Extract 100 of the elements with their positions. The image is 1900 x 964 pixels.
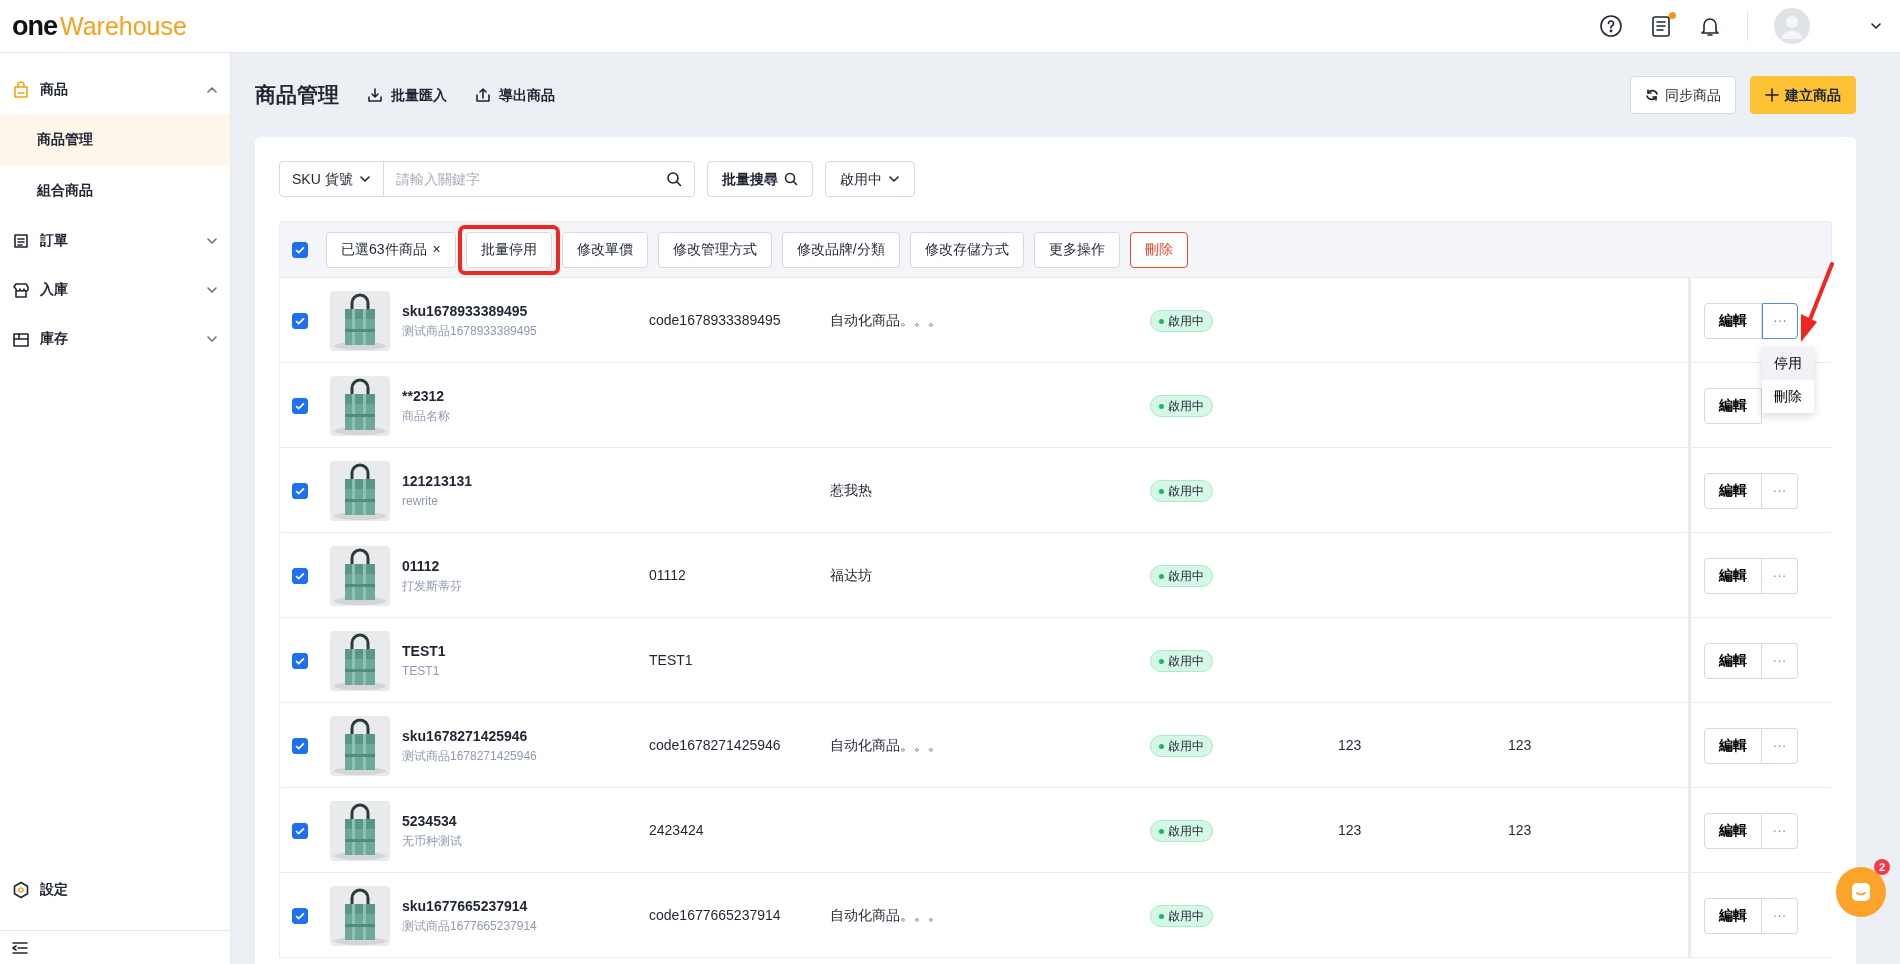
logo-text: one	[12, 9, 57, 43]
checkbox[interactable]	[292, 652, 308, 669]
caret-icon	[888, 173, 900, 185]
sidebar-item[interactable]: 入庫	[40, 279, 196, 300]
checkbox[interactable]	[292, 312, 308, 329]
edit-button[interactable]: 編輯	[1704, 642, 1762, 679]
create-button[interactable]: 建立商品	[1750, 76, 1856, 114]
table-cell: 2423424	[649, 822, 704, 838]
selection-chip[interactable]: 已選63件商品 ×	[326, 231, 456, 268]
sku-text: TEST1	[402, 642, 447, 661]
action-button[interactable]: 修改單價	[561, 231, 648, 268]
sidebar-subitem[interactable]: 組合商品	[0, 165, 230, 216]
status-badge: 啟用中	[1150, 565, 1213, 588]
table-cell: code1678271425946	[649, 737, 781, 753]
table-cell: 123	[1508, 822, 1532, 838]
sidebar-item[interactable]: 訂單	[40, 230, 196, 251]
table-cell: code1677665237914	[649, 907, 781, 923]
search-icon	[784, 172, 798, 186]
action-button[interactable]: 批量停用	[465, 231, 552, 268]
logo-text: Warehouse	[60, 10, 187, 42]
sku-text: sku1677665237914	[402, 897, 529, 916]
product-name: 无币种测试	[402, 833, 463, 850]
plus-icon	[1765, 88, 1779, 102]
edit-button[interactable]: 編輯	[1704, 812, 1762, 849]
product-name: TEST1	[402, 663, 441, 680]
action-button[interactable]: 修改品牌/分類	[781, 231, 900, 268]
status-badge: 啟用中	[1150, 395, 1213, 418]
table-cell: 自动化商品。。。	[830, 737, 942, 753]
sync-icon	[1645, 88, 1659, 102]
checkbox[interactable]	[292, 397, 308, 414]
status-badge: 啟用中	[1150, 310, 1213, 333]
hexagon-icon	[12, 880, 30, 899]
delete-button[interactable]: 刪除	[1129, 231, 1188, 268]
sidebar-item[interactable]: 商品	[40, 79, 196, 100]
help-icon[interactable]	[1599, 14, 1623, 38]
bulk-search-button[interactable]: 批量搜尋	[707, 161, 813, 197]
caret-icon[interactable]	[358, 173, 371, 185]
action-button[interactable]: 修改管理方式	[657, 231, 772, 268]
edit-button[interactable]: 編輯	[1704, 557, 1762, 594]
page-title: 商品管理	[255, 82, 339, 109]
table-cell: code1678933389495	[649, 312, 781, 328]
store-icon	[12, 280, 30, 299]
table-cell: TEST1	[649, 652, 693, 668]
search-icon[interactable]	[666, 171, 682, 187]
status-badge: 啟用中	[1150, 820, 1213, 843]
sku-text: sku1678271425946	[402, 727, 529, 746]
status-badge: 啟用中	[1150, 905, 1213, 928]
table-cell: 自动化商品。。。	[830, 907, 942, 923]
export-link[interactable]: 導出商品	[475, 84, 555, 106]
table-cell: 123	[1338, 822, 1362, 838]
table-cell: 福达坊	[830, 567, 872, 583]
edit-button[interactable]: 編輯	[1704, 727, 1762, 764]
search-field[interactable]: SKU 貨號 請輸入關鍵字	[279, 161, 695, 197]
collapse-icon[interactable]	[12, 940, 28, 955]
clear-icon[interactable]: ×	[432, 239, 441, 260]
notification-badge: 2	[1873, 859, 1890, 875]
checkbox[interactable]	[292, 737, 308, 754]
caret-icon[interactable]	[1870, 20, 1884, 32]
sidebar-item[interactable]: 庫存	[40, 328, 196, 349]
status-badge: 啟用中	[1150, 735, 1213, 758]
action-button[interactable]: 更多操作	[1033, 231, 1120, 268]
sku-text: 121213131	[402, 472, 474, 491]
edit-button[interactable]: 編輯	[1704, 472, 1762, 509]
bag-icon	[12, 80, 30, 99]
table-cell: 123	[1338, 737, 1362, 753]
edit-button[interactable]: 編輯	[1704, 302, 1762, 339]
sku-text: 01112	[402, 557, 441, 576]
import-link[interactable]: 批量匯入	[367, 84, 447, 106]
table-cell: 惹我热	[830, 482, 872, 498]
action-button[interactable]: 修改存儲方式	[909, 231, 1024, 268]
table-cell: 123	[1508, 737, 1532, 753]
product-name: 打发斯蒂芬	[402, 578, 463, 595]
sidebar-subitem[interactable]: 商品管理	[0, 114, 230, 165]
edit-button[interactable]: 編輯	[1704, 387, 1762, 424]
table-cell: 01112	[649, 567, 686, 583]
checkbox[interactable]	[292, 907, 308, 924]
menu-item[interactable]: 停用	[1762, 347, 1814, 380]
chat-icon	[1849, 880, 1873, 904]
checkbox[interactable]	[292, 567, 308, 584]
status-badge: 啟用中	[1150, 480, 1213, 503]
checkbox[interactable]	[292, 241, 308, 258]
sync-button[interactable]: 同步商品	[1630, 76, 1736, 114]
menu-item[interactable]: 刪除	[1762, 380, 1814, 413]
table-cell: 自动化商品。。。	[830, 312, 942, 328]
product-name: 商品名称	[402, 408, 451, 425]
sku-text: sku1678933389495	[402, 302, 529, 321]
sku-text: **2312	[402, 387, 446, 406]
status-badge: 啟用中	[1150, 650, 1213, 673]
edit-button[interactable]: 編輯	[1704, 897, 1762, 934]
clipboard-icon[interactable]	[1649, 14, 1673, 38]
upload-icon	[475, 87, 491, 103]
sku-text: 5234534	[402, 812, 458, 831]
product-name: 测试商品1678271425946	[402, 748, 538, 765]
checkbox[interactable]	[292, 822, 308, 839]
checkbox[interactable]	[292, 482, 308, 499]
status-select[interactable]: 啟用中	[825, 161, 915, 197]
product-name: 测试商品1677665237914	[402, 918, 538, 935]
sidebar-item[interactable]: 設定	[40, 879, 68, 900]
field-select[interactable]: SKU 貨號	[292, 168, 353, 190]
product-name: 测试商品1678933389495	[402, 323, 538, 340]
